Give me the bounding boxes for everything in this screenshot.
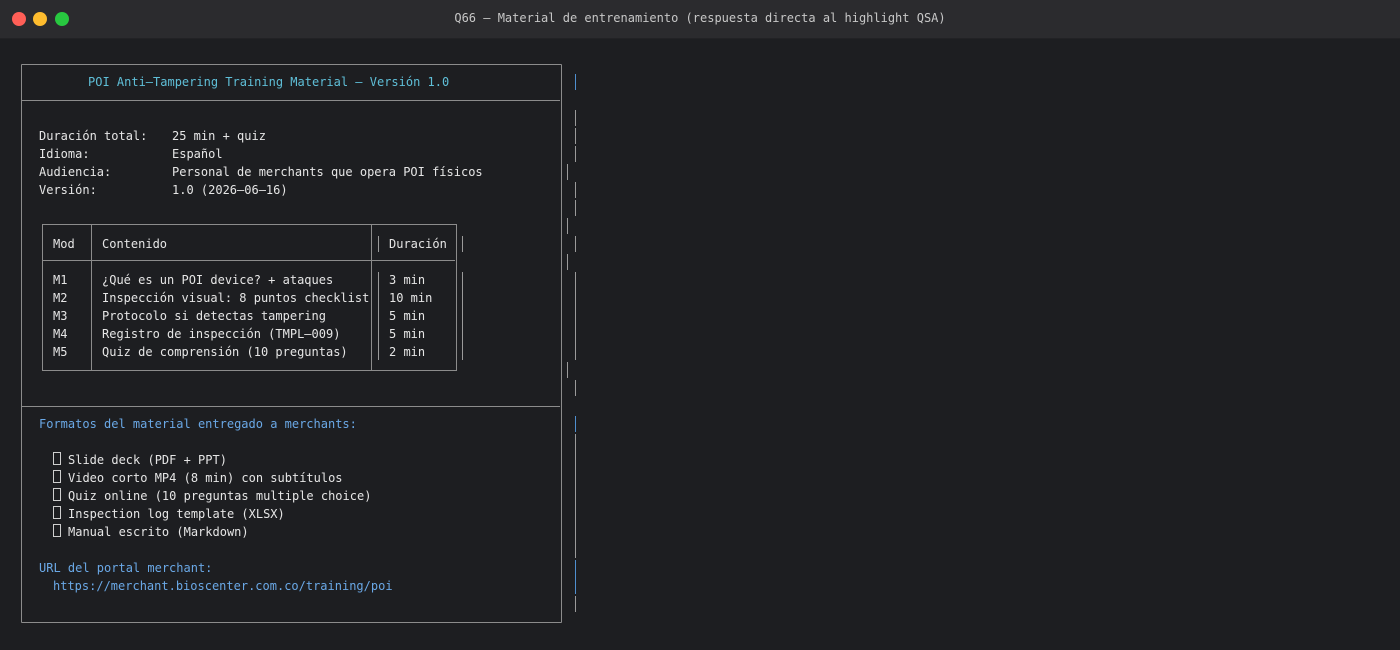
format-label: Inspection log template (XLSX) <box>68 507 285 521</box>
table-column-divider <box>91 224 92 371</box>
document-header: POI Anti–Tampering Training Material — V… <box>88 75 450 89</box>
border-fragment <box>575 416 576 432</box>
table-cell: 3 min <box>389 273 426 287</box>
table-header-duracion: Duración <box>389 237 447 251</box>
table-header-contenido: Contenido <box>102 237 168 251</box>
format-label: Slide deck (PDF + PPT) <box>68 453 227 467</box>
meta-value: 25 min + quiz <box>172 129 266 143</box>
format-item: Slide deck (PDF + PPT) <box>53 451 227 469</box>
table-cell: M3 <box>53 309 68 323</box>
checkbox-icon <box>53 506 61 519</box>
header-divider <box>21 100 560 101</box>
table-cell: M4 <box>53 327 68 341</box>
table-cell: 5 min <box>389 327 426 341</box>
border-fragment <box>575 182 576 198</box>
meta-key: Audiencia: <box>39 165 112 179</box>
url-label: URL del portal merchant: <box>39 561 213 575</box>
table-cell: 2 min <box>389 345 426 359</box>
table-cell: Registro de inspección (TMPL–009) <box>102 327 341 341</box>
checkbox-icon <box>53 452 61 465</box>
border-fragment <box>575 200 576 216</box>
table-cell: Quiz de comprensión (10 preguntas) <box>102 345 348 359</box>
checkbox-icon <box>53 488 61 501</box>
meta-value: 1.0 (2026–06–16) <box>172 183 288 197</box>
border-fragment <box>462 236 463 252</box>
portal-url-link[interactable]: https://merchant.bioscenter.com.co/train… <box>53 577 393 595</box>
border-fragment <box>575 560 576 594</box>
meta-key: Duración total: <box>39 129 148 143</box>
format-item: Quiz online (10 preguntas multiple choic… <box>53 487 371 505</box>
border-fragment <box>567 164 568 180</box>
table-header-divider <box>42 260 455 261</box>
border-fragment <box>575 128 576 144</box>
border-fragment <box>462 272 463 360</box>
format-item: Video corto MP4 (8 min) con subtítulos <box>53 469 343 487</box>
section-divider <box>21 406 560 407</box>
table-cell: M1 <box>53 273 68 287</box>
format-label: Video corto MP4 (8 min) con subtítulos <box>68 471 343 485</box>
table-cell: M2 <box>53 291 68 305</box>
table-cell: Inspección visual: 8 puntos checklist <box>102 291 370 305</box>
meta-key: Versión: <box>39 183 97 197</box>
terminal-output: POI Anti–Tampering Training Material — V… <box>0 38 1400 650</box>
window-title: Q66 — Material de entrenamiento (respues… <box>454 11 946 25</box>
meta-value: Español <box>172 147 223 161</box>
border-fragment <box>575 236 576 252</box>
border-fragment <box>575 146 576 162</box>
table-cell: Protocolo si detectas tampering <box>102 309 326 323</box>
format-item: Manual escrito (Markdown) <box>53 523 249 541</box>
checkbox-icon <box>53 524 61 537</box>
border-fragment <box>575 74 576 90</box>
table-cell: M5 <box>53 345 68 359</box>
meta-value: Personal de merchants que opera POI físi… <box>172 165 483 179</box>
meta-key: Idioma: <box>39 147 90 161</box>
border-fragment <box>575 380 576 396</box>
table-cell: ¿Qué es un POI device? + ataques <box>102 273 334 287</box>
table-cell: 5 min <box>389 309 426 323</box>
border-fragment <box>378 272 379 360</box>
table-cell: 10 min <box>389 291 433 305</box>
checkbox-icon <box>53 470 61 483</box>
format-item: Inspection log template (XLSX) <box>53 505 285 523</box>
border-fragment <box>575 272 576 360</box>
table-header-mod: Mod <box>53 237 75 251</box>
border-fragment <box>567 218 568 234</box>
format-label: Quiz online (10 preguntas multiple choic… <box>68 489 372 503</box>
border-fragment <box>567 362 568 378</box>
border-fragment <box>575 596 576 612</box>
border-fragment <box>567 254 568 270</box>
format-label: Manual escrito (Markdown) <box>68 525 249 539</box>
border-fragment <box>575 110 576 126</box>
border-fragment <box>378 236 379 252</box>
border-fragment <box>575 434 576 558</box>
title-bar: Q66 — Material de entrenamiento (respues… <box>0 0 1400 39</box>
formats-title: Formatos del material entregado a mercha… <box>39 417 357 431</box>
table-column-divider <box>371 224 372 371</box>
